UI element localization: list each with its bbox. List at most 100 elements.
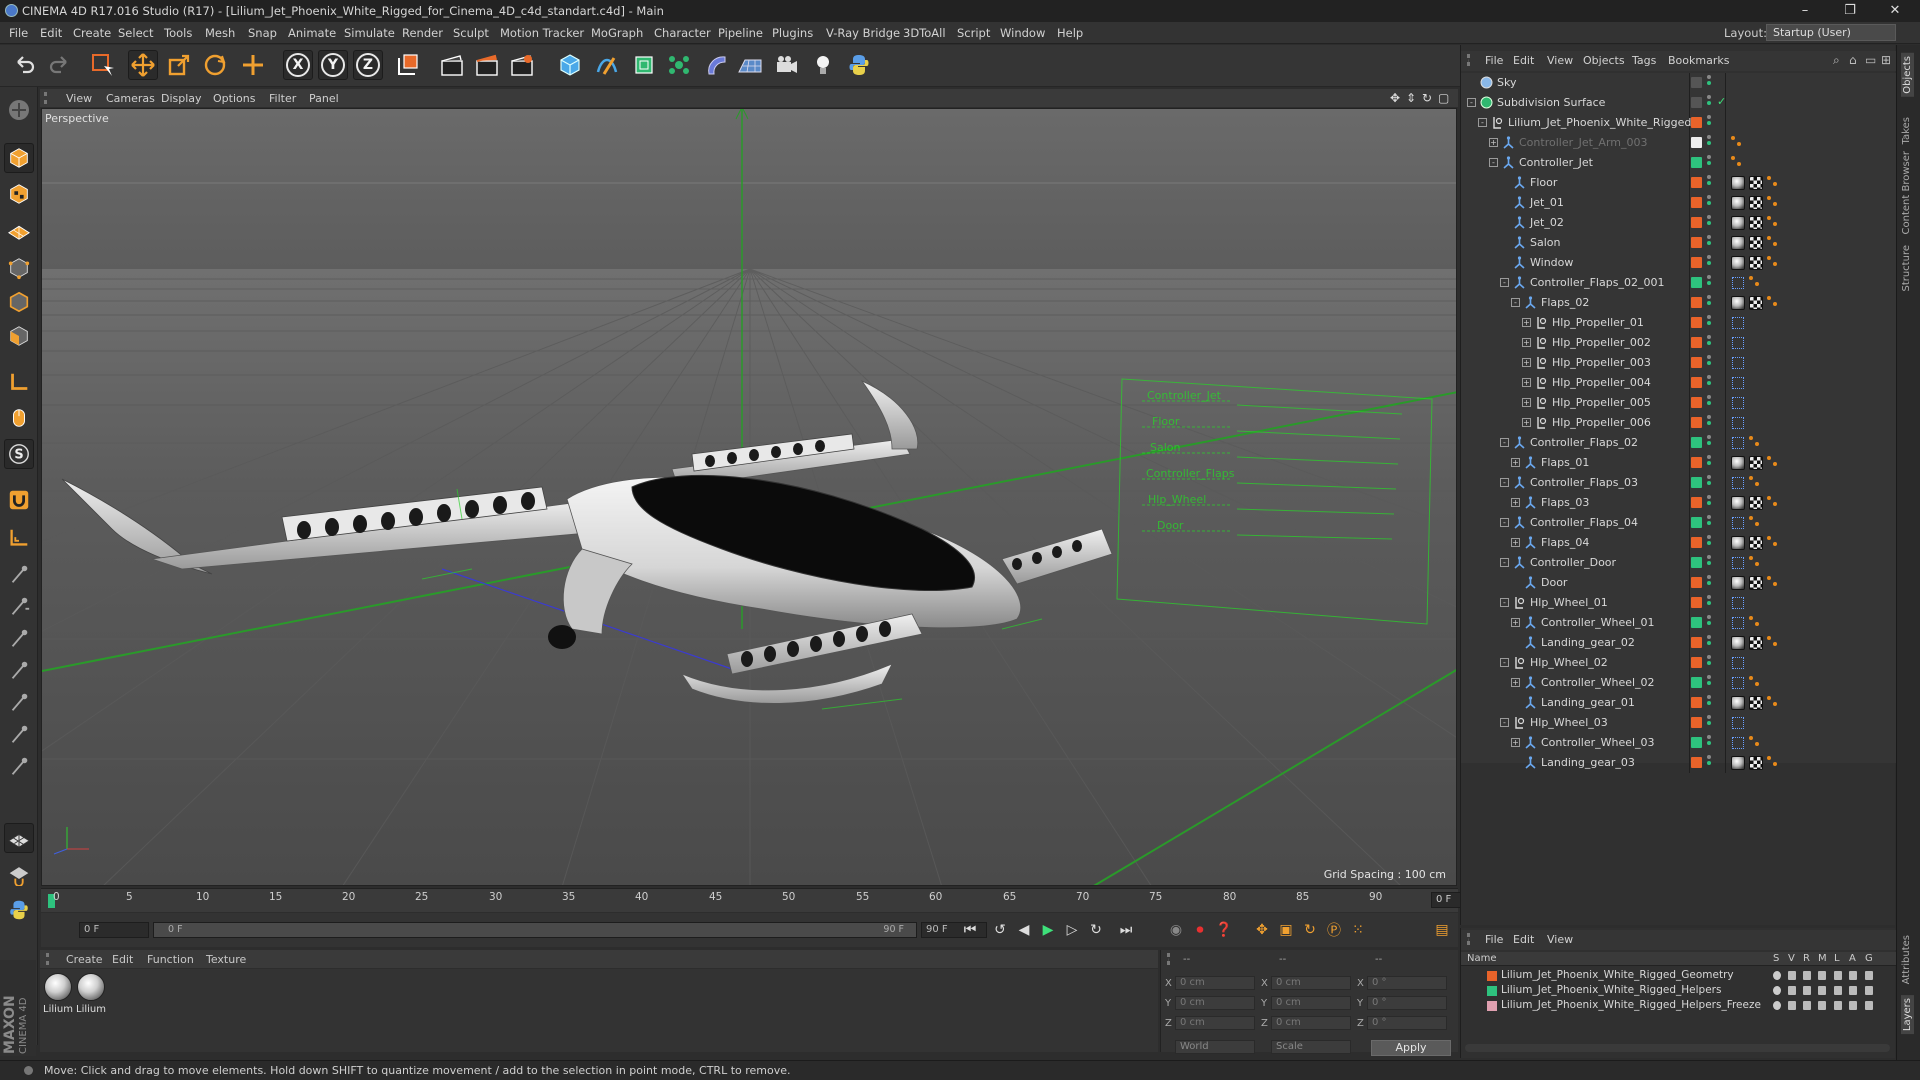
add-floor-button[interactable] <box>735 50 765 80</box>
live-selection-button[interactable] <box>88 50 118 80</box>
layer-color-swatch[interactable] <box>1691 677 1702 688</box>
snap-button[interactable]: S <box>4 439 34 469</box>
object-menu-tags[interactable]: Tags <box>1632 54 1656 67</box>
layer-color-swatch[interactable] <box>1691 757 1702 768</box>
add-spline-button[interactable] <box>592 50 622 80</box>
timeline-window-button[interactable]: ▤ <box>1431 919 1453 941</box>
expand-toggle-icon[interactable]: + <box>1511 458 1520 467</box>
menu-script[interactable]: Script <box>957 26 990 40</box>
size-x-field[interactable]: 0 cm <box>1271 976 1351 990</box>
object-row[interactable]: - Hlp_Wheel_01 <box>1461 593 1896 613</box>
layer-row[interactable]: Lilium_Jet_Phoenix_White_Rigged_Helpers_… <box>1461 999 1896 1013</box>
selection-tag-icon[interactable] <box>1731 376 1744 389</box>
visibility-dots-icon[interactable] <box>1707 435 1713 451</box>
expand-toggle-icon[interactable]: - <box>1500 478 1509 487</box>
ik-tag-icon[interactable] <box>1749 676 1761 688</box>
ik-tag-icon[interactable] <box>1749 616 1761 628</box>
floor-snap-button[interactable] <box>4 859 34 889</box>
key-scale-button[interactable]: ▣ <box>1275 919 1297 941</box>
expand-toggle-icon[interactable]: + <box>1522 318 1531 327</box>
material-tag-icon[interactable] <box>1731 696 1745 710</box>
viewport-rotate-icon[interactable]: ↻ <box>1422 91 1432 105</box>
object-row[interactable]: - Controller_Flaps_03 <box>1461 473 1896 493</box>
ik-tag-icon[interactable] <box>1767 536 1779 548</box>
scale-tool-button[interactable] <box>164 50 194 80</box>
layer-color-swatch[interactable] <box>1691 697 1702 708</box>
add-mograph-cloner-button[interactable] <box>664 50 694 80</box>
object-row[interactable]: Landing_gear_01 <box>1461 693 1896 713</box>
pos-y-field[interactable]: 0 cm <box>1175 996 1255 1010</box>
ik-tag-icon[interactable] <box>1749 476 1761 488</box>
ik-tag-icon[interactable] <box>1749 516 1761 528</box>
menu-help[interactable]: Help <box>1057 26 1083 40</box>
object-row[interactable]: - Controller_Flaps_02_001 <box>1461 273 1896 293</box>
sculpt-smooth-button[interactable] <box>4 623 34 653</box>
object-row[interactable]: Landing_gear_03 <box>1461 753 1896 773</box>
object-menu-file[interactable]: File <box>1485 54 1503 67</box>
object-row[interactable]: - Flaps_02 <box>1461 293 1896 313</box>
visibility-dots-icon[interactable] <box>1707 475 1713 491</box>
material-tag-icon[interactable] <box>1731 756 1745 770</box>
layer-color-swatch[interactable] <box>1487 986 1497 996</box>
visibility-dots-icon[interactable] <box>1707 555 1713 571</box>
object-row[interactable]: + Hlp_Propeller_003 <box>1461 353 1896 373</box>
expand-toggle-icon[interactable]: - <box>1500 558 1509 567</box>
selection-tag-icon[interactable] <box>1731 316 1744 329</box>
menu-plugins[interactable]: Plugins <box>772 26 813 40</box>
next-key-button[interactable]: ↻ <box>1085 919 1107 941</box>
ik-tag-icon[interactable] <box>1767 196 1779 208</box>
selection-tag-icon[interactable] <box>1731 656 1744 669</box>
menu-select[interactable]: Select <box>118 26 153 40</box>
uvw-tag-icon[interactable] <box>1749 536 1763 550</box>
material-tag-icon[interactable] <box>1731 536 1745 550</box>
object-row[interactable]: - Controller_Flaps_02 <box>1461 433 1896 453</box>
menu-tools[interactable]: Tools <box>164 26 192 40</box>
visibility-dots-icon[interactable] <box>1707 635 1713 651</box>
layer-color-swatch[interactable] <box>1691 457 1702 468</box>
material-swatch[interactable]: Lilium <box>43 973 73 1017</box>
visibility-dots-icon[interactable] <box>1707 275 1713 291</box>
menu-vray-bridge[interactable]: V-Ray Bridge <box>826 26 900 40</box>
menu-create[interactable]: Create <box>73 26 111 40</box>
tab-objects[interactable]: Objects <box>1901 53 1914 97</box>
layer-color-swatch[interactable] <box>1691 477 1702 488</box>
material-tag-icon[interactable] <box>1731 216 1745 230</box>
sculpt-pinch-button[interactable] <box>4 655 34 685</box>
object-row[interactable]: Salon <box>1461 233 1896 253</box>
expand-toggle-icon[interactable]: - <box>1478 118 1487 127</box>
previous-key-button[interactable]: ↺ <box>989 919 1011 941</box>
object-row[interactable]: - Controller_Jet <box>1461 153 1896 173</box>
object-row[interactable]: + Controller_Wheel_02 <box>1461 673 1896 693</box>
viewport-menu-cameras[interactable]: Cameras <box>106 92 155 105</box>
magnet-tool-button[interactable] <box>4 485 34 515</box>
expand-toggle-icon[interactable]: - <box>1500 658 1509 667</box>
object-row[interactable]: Landing_gear_02 <box>1461 633 1896 653</box>
add-camera-button[interactable] <box>772 50 802 80</box>
sculpt-flatten-button[interactable] <box>4 719 34 749</box>
visibility-dots-icon[interactable] <box>1707 615 1713 631</box>
ik-tag-icon[interactable] <box>1767 576 1779 588</box>
uvw-tag-icon[interactable] <box>1749 696 1763 710</box>
selection-tag-icon[interactable] <box>1731 356 1744 369</box>
layer-color-swatch[interactable] <box>1691 657 1702 668</box>
layer-color-swatch[interactable] <box>1691 637 1702 648</box>
layer-color-swatch[interactable] <box>1691 237 1702 248</box>
object-row[interactable]: + Hlp_Propeller_01 <box>1461 313 1896 333</box>
object-row[interactable]: + Flaps_04 <box>1461 533 1896 553</box>
object-row[interactable]: Jet_02 <box>1461 213 1896 233</box>
menu-animate[interactable]: Animate <box>288 26 336 40</box>
visibility-dots-icon[interactable] <box>1707 375 1713 391</box>
layer-horizontal-scrollbar[interactable] <box>1465 1044 1890 1052</box>
sculpt-inflate-button[interactable] <box>4 751 34 781</box>
object-row[interactable]: Window <box>1461 253 1896 273</box>
object-row[interactable]: + Controller_Wheel_01 <box>1461 613 1896 633</box>
frame-range-slider[interactable]: 0 F 90 F <box>153 922 917 938</box>
selection-tag-icon[interactable] <box>1731 276 1744 289</box>
pos-z-field[interactable]: 0 cm <box>1175 1016 1255 1030</box>
uvw-tag-icon[interactable] <box>1749 176 1763 190</box>
expand-toggle-icon[interactable]: + <box>1522 378 1531 387</box>
selection-tag-icon[interactable] <box>1731 616 1744 629</box>
object-row[interactable]: Door <box>1461 573 1896 593</box>
edges-mode-button[interactable] <box>4 287 34 317</box>
selection-tag-icon[interactable] <box>1731 556 1744 569</box>
